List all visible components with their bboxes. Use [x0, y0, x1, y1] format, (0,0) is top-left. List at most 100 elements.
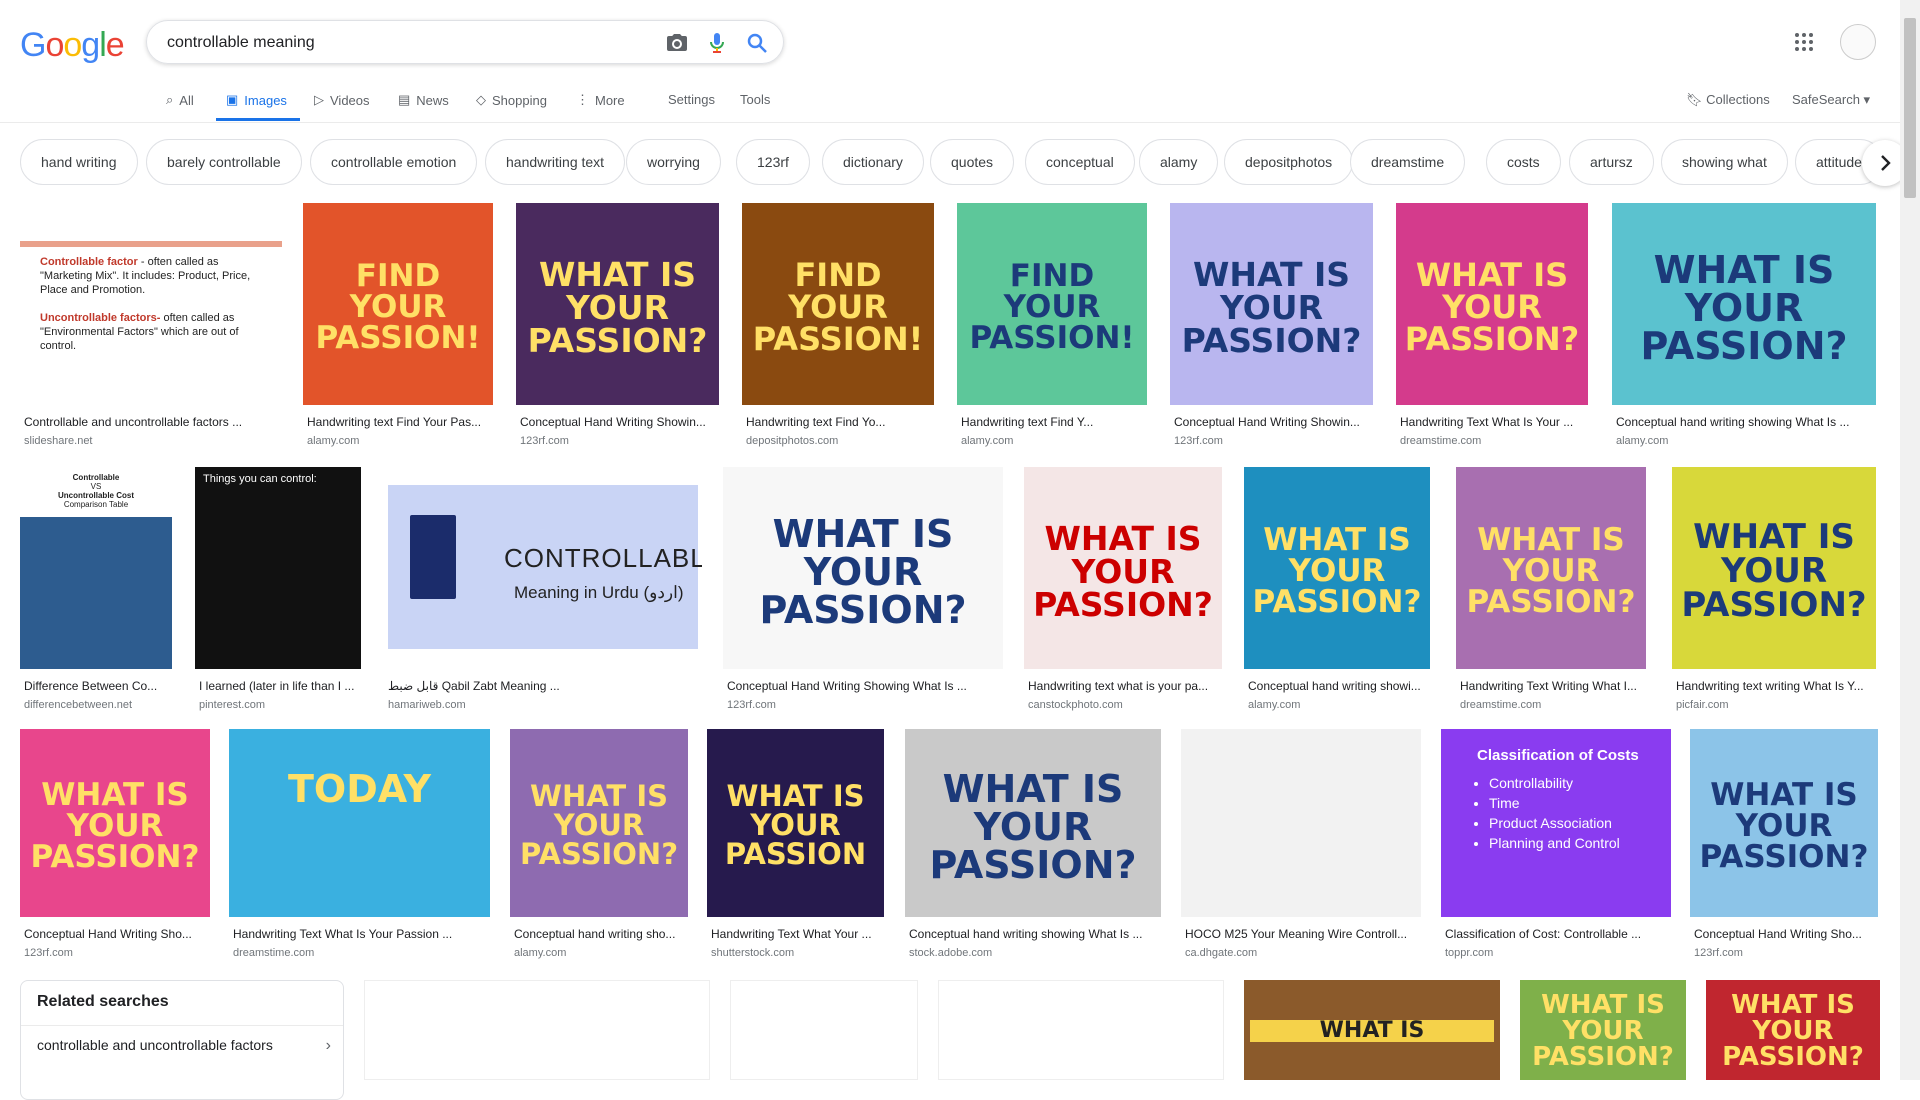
result-title[interactable]: Handwriting text Find Your Pas...	[307, 415, 491, 429]
result-title[interactable]: Conceptual Hand Writing Sho...	[1694, 927, 1876, 941]
result-source[interactable]: dreamstime.com	[1460, 699, 1541, 711]
result-source[interactable]: depositphotos.com	[746, 435, 838, 447]
image-result[interactable]: FIND YOUR PASSION! Handwriting text Find …	[957, 203, 1147, 461]
chip[interactable]: hand writing	[20, 139, 138, 185]
result-title[interactable]: Conceptual hand writing sho...	[514, 927, 686, 941]
result-title[interactable]: Controllable and uncontrollable factors …	[24, 415, 280, 429]
result-title[interactable]: Conceptual hand writing showing What Is …	[1616, 415, 1874, 429]
result-thumbnail[interactable]: WHAT IS YOUR PASSION?	[1170, 203, 1373, 405]
result-source[interactable]: 123rf.com	[727, 699, 776, 711]
scrollbar-thumb[interactable]	[1904, 18, 1916, 198]
account-avatar[interactable]	[1840, 24, 1876, 60]
result-source[interactable]: canstockphoto.com	[1028, 699, 1123, 711]
result-title[interactable]: Handwriting Text What Your ...	[711, 927, 882, 941]
result-source[interactable]: differencebetween.net	[24, 699, 132, 711]
image-result[interactable]: WHAT IS YOUR PASSION? Conceptual hand wri…	[905, 729, 1161, 973]
result-source[interactable]: 123rf.com	[1174, 435, 1223, 447]
result-source[interactable]: alamy.com	[1616, 435, 1668, 447]
image-result[interactable]: Classification of Costs ControllabilityT…	[1441, 729, 1671, 973]
result-title[interactable]: Conceptual Hand Writing Showing What Is …	[727, 679, 1001, 693]
result-title[interactable]: Handwriting text what is your pa...	[1028, 679, 1220, 693]
chip[interactable]: showing what	[1661, 139, 1788, 185]
chip[interactable]: 123rf	[736, 139, 810, 185]
image-result[interactable]: Controllable factor - often called as "M…	[20, 203, 282, 461]
image-result[interactable]: WHAT IS YOUR PASSION Handwriting Text Wha…	[707, 729, 884, 973]
result-thumbnail[interactable]: WHAT IS YOUR PASSION?	[723, 467, 1003, 669]
safesearch-dropdown[interactable]: SafeSearch ▾	[1792, 92, 1870, 108]
result-title[interactable]: HOCO M25 Your Meaning Wire Controll...	[1185, 927, 1419, 941]
result-thumbnail[interactable]: FIND YOUR PASSION!	[303, 203, 493, 405]
result-thumbnail[interactable]: Controllable factor - often called as "M…	[20, 203, 282, 405]
search-box[interactable]: controllable meaning	[146, 20, 784, 64]
chip[interactable]: controllable emotion	[310, 139, 478, 185]
result-thumbnail[interactable]: WHAT IS YOUR PASSION?	[1672, 467, 1876, 669]
result-thumbnail[interactable]: WHAT IS YOUR PASSION?	[1690, 729, 1878, 917]
image-result[interactable]: WHAT IS YOUR PASSION? Handwriting text wr…	[1672, 467, 1876, 725]
microphone-icon[interactable]	[705, 31, 729, 55]
result-thumbnail[interactable]: CONTROLLABLE Meaning in Urdu (اردو)	[384, 467, 702, 669]
chip[interactable]: conceptual	[1025, 139, 1135, 185]
image-result[interactable]: WHAT IS YOUR PASSION? Conceptual Hand Wri…	[20, 729, 210, 973]
result-source[interactable]: pinterest.com	[199, 699, 265, 711]
result-source[interactable]: alamy.com	[514, 947, 566, 959]
result-source[interactable]: stock.adobe.com	[909, 947, 992, 959]
image-result[interactable]: FIND YOUR PASSION! Handwriting text Find …	[303, 203, 493, 461]
camera-icon[interactable]	[665, 31, 689, 55]
image-result[interactable]: WHAT IS YOUR PASSION?	[1706, 980, 1880, 1080]
chip[interactable]: quotes	[930, 139, 1015, 185]
result-source[interactable]: toppr.com	[1445, 947, 1493, 959]
result-thumbnail[interactable]: FIND YOUR PASSION!	[957, 203, 1147, 405]
image-result[interactable]: WHAT IS YOUR PASSION? Conceptual Hand Wri…	[723, 467, 1003, 725]
tab-shopping[interactable]: ◇ Shopping	[476, 92, 547, 108]
result-source[interactable]: shutterstock.com	[711, 947, 794, 959]
result-title[interactable]: Handwriting Text Writing What I...	[1460, 679, 1644, 693]
result-source[interactable]: dreamstime.com	[1400, 435, 1481, 447]
result-source[interactable]: 123rf.com	[520, 435, 569, 447]
tab-news[interactable]: ▤ News	[398, 92, 449, 108]
chip[interactable]: dreamstime	[1350, 139, 1466, 185]
result-title[interactable]: Handwriting Text What Is Your ...	[1400, 415, 1586, 429]
apps-grid-icon[interactable]	[1794, 32, 1814, 52]
result-title[interactable]: Handwriting text Find Yo...	[746, 415, 932, 429]
result-source[interactable]: ca.dhgate.com	[1185, 947, 1257, 959]
chip[interactable]: depositphotos	[1224, 139, 1354, 185]
result-title[interactable]: Difference Between Co...	[24, 679, 170, 693]
image-result[interactable]	[364, 980, 710, 1080]
chip[interactable]: barely controllable	[146, 139, 302, 185]
result-thumbnail[interactable]: WHAT IS YOUR PASSION?	[905, 729, 1161, 917]
related-search-item[interactable]: controllable and uncontrollable factors	[37, 1037, 273, 1053]
result-source[interactable]: slideshare.net	[24, 435, 93, 447]
result-title[interactable]: I learned (later in life than I ...	[199, 679, 359, 693]
result-title[interactable]: Conceptual hand writing showing What Is …	[909, 927, 1159, 941]
image-result[interactable]: WHAT IS YOUR PASSION? Conceptual hand wri…	[1612, 203, 1876, 461]
tab-images[interactable]: ▣ Images	[226, 92, 287, 108]
result-source[interactable]: alamy.com	[961, 435, 1013, 447]
result-source[interactable]: alamy.com	[307, 435, 359, 447]
image-result[interactable]: HOCO M25 Your Meaning Wire Controll... ca…	[1181, 729, 1421, 973]
chip[interactable]: handwriting text	[485, 139, 626, 185]
result-source[interactable]: hamariweb.com	[388, 699, 466, 711]
tab-all[interactable]: ⌕ All	[166, 92, 194, 108]
image-result[interactable]: WHAT IS YOUR PASSION? Conceptual Hand Wri…	[1170, 203, 1373, 461]
image-result[interactable]: WHAT IS YOUR PASSION?	[1520, 980, 1686, 1080]
result-thumbnail[interactable]: WHAT IS YOUR PASSION?	[1612, 203, 1876, 405]
tab-tools[interactable]: Tools	[740, 92, 770, 107]
image-result[interactable]	[730, 980, 918, 1080]
result-title[interactable]: Handwriting text writing What Is Y...	[1676, 679, 1874, 693]
result-title[interactable]: Classification of Cost: Controllable ...	[1445, 927, 1669, 941]
result-thumbnail[interactable]: Things you can control:	[195, 467, 361, 669]
image-result[interactable]	[938, 980, 1224, 1080]
result-thumbnail[interactable]: WHAT IS YOUR PASSION?	[516, 203, 719, 405]
result-title[interactable]: Conceptual Hand Writing Sho...	[24, 927, 208, 941]
result-thumbnail[interactable]: WHAT IS YOUR PASSION?	[1244, 467, 1430, 669]
collections-link[interactable]: 🔖︎ Collections	[1686, 92, 1770, 108]
image-result[interactable]: WHAT IS YOUR PASSION? Conceptual hand wri…	[1244, 467, 1430, 725]
result-source[interactable]: picfair.com	[1676, 699, 1729, 711]
chip[interactable]: alamy	[1139, 139, 1219, 185]
result-title[interactable]: Handwriting Text What Is Your Passion ..…	[233, 927, 488, 941]
tab-videos[interactable]: ▷ Videos	[314, 92, 370, 108]
result-thumbnail[interactable]: WHAT IS YOUR PASSION?	[510, 729, 688, 917]
result-thumbnail[interactable]: WHAT IS YOUR PASSION?	[1396, 203, 1588, 405]
image-result[interactable]: WHAT IS YOUR PASSION? Conceptual Hand Wri…	[516, 203, 719, 461]
image-result[interactable]: TODAY Handwriting Text What Is Your Passi…	[229, 729, 490, 973]
